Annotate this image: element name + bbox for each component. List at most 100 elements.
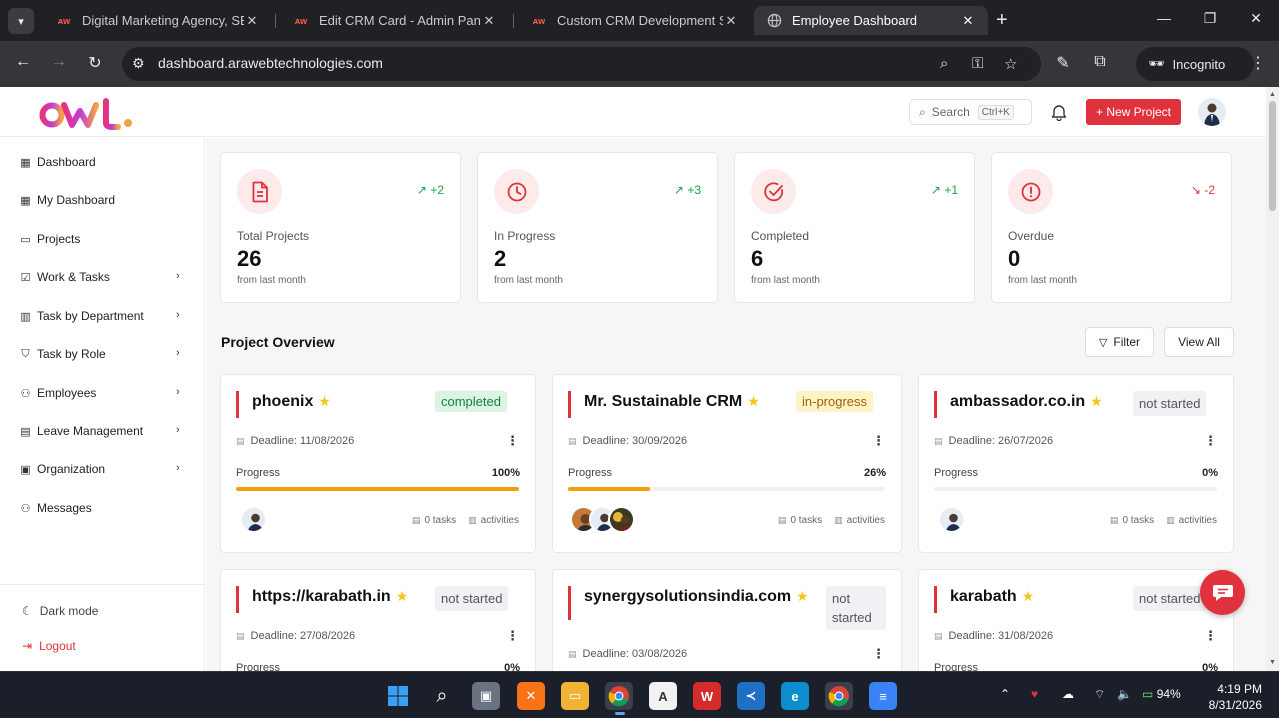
file-explorer-icon[interactable]: ▭ bbox=[561, 682, 589, 710]
more-options-icon[interactable]: ⋮ bbox=[872, 646, 885, 662]
key-icon[interactable]: ⚿ bbox=[972, 55, 983, 72]
star-icon[interactable]: ★ bbox=[318, 393, 331, 409]
site-info-icon[interactable]: ⚙ bbox=[132, 55, 145, 72]
sidebar-item-employees[interactable]: ⚇ Employees › bbox=[0, 378, 204, 408]
browser-menu-icon[interactable]: ⋮ bbox=[1247, 53, 1269, 73]
star-icon[interactable]: ★ bbox=[796, 588, 809, 604]
arc-app-icon[interactable]: A bbox=[649, 682, 677, 710]
system-clock[interactable]: 4:19 PM 8/31/2026 bbox=[1200, 681, 1262, 713]
more-options-icon[interactable]: ⋮ bbox=[872, 433, 885, 449]
dark-mode-toggle[interactable]: ☾ Dark mode bbox=[22, 604, 98, 618]
forward-icon[interactable]: → bbox=[48, 53, 70, 71]
awt-logo[interactable] bbox=[38, 95, 138, 131]
page-scrollbar[interactable]: ▲ ▼ bbox=[1266, 87, 1279, 671]
project-title[interactable]: synergysolutionsindia.com ★ bbox=[584, 588, 809, 606]
more-options-icon[interactable]: ⋮ bbox=[506, 433, 519, 449]
project-title[interactable]: phoenix ★ bbox=[252, 393, 331, 411]
wps-office-icon[interactable]: W bbox=[693, 682, 721, 710]
close-tab-icon[interactable]: ✕ bbox=[960, 13, 976, 29]
task-view-icon[interactable]: ▣ bbox=[472, 682, 500, 710]
chrome-icon[interactable] bbox=[605, 682, 633, 710]
project-title[interactable]: https://karabath.in ★ bbox=[252, 588, 408, 606]
sidebar-item-task-by-role[interactable]: ⛉ Task by Role › bbox=[0, 339, 204, 369]
filter-button[interactable]: ▽ Filter bbox=[1085, 327, 1154, 357]
close-window-icon[interactable]: ✕ bbox=[1246, 10, 1266, 27]
more-options-icon[interactable]: ⋮ bbox=[1204, 433, 1217, 449]
notification-bell-icon[interactable] bbox=[1051, 103, 1067, 122]
sidebar-item-task-by-department[interactable]: ▥ Task by Department › bbox=[0, 301, 204, 331]
tray-cloud-icon[interactable]: ☁ bbox=[1062, 687, 1074, 701]
star-icon[interactable]: ★ bbox=[1090, 393, 1103, 409]
project-title[interactable]: ambassador.co.in ★ bbox=[950, 393, 1103, 411]
restore-icon[interactable]: ❐ bbox=[1200, 10, 1220, 27]
tab-employee-dashboard[interactable]: Employee Dashboard ✕ bbox=[754, 6, 988, 35]
logout-button[interactable]: ⇥ Logout bbox=[22, 639, 76, 653]
scroll-down-arrow-icon[interactable]: ▼ bbox=[1269, 659, 1276, 666]
close-tab-icon[interactable]: ✕ bbox=[481, 13, 497, 29]
xampp-icon[interactable]: ✕ bbox=[517, 682, 545, 710]
scroll-up-arrow-icon[interactable]: ▲ bbox=[1269, 91, 1276, 98]
chevron-right-icon: › bbox=[176, 347, 180, 359]
edge-icon[interactable]: e bbox=[781, 682, 809, 710]
minimize-icon[interactable]: — bbox=[1154, 10, 1174, 26]
view-all-button[interactable]: View All bbox=[1164, 327, 1234, 357]
battery-indicator[interactable]: ▭ 94% bbox=[1142, 687, 1181, 701]
assignee-avatar[interactable] bbox=[240, 506, 267, 533]
star-icon[interactable]: ★ bbox=[1022, 588, 1035, 604]
trending-up-icon: ↗ bbox=[930, 183, 941, 197]
star-icon[interactable]: ★ bbox=[747, 393, 760, 409]
new-project-button[interactable]: + New Project bbox=[1086, 99, 1181, 125]
zoom-icon[interactable]: ⌕ bbox=[940, 55, 948, 72]
user-avatar[interactable] bbox=[1198, 98, 1226, 126]
project-card-karabath[interactable]: karabath ★ not started ▤ Deadline: 31/08/2… bbox=[918, 569, 1234, 671]
assignee-avatar[interactable] bbox=[608, 506, 635, 533]
sidebar-item-work-tasks[interactable]: ☑ Work & Tasks › bbox=[0, 262, 204, 292]
url-text[interactable]: dashboard.arawebtechnologies.com bbox=[158, 55, 383, 71]
new-tab-button[interactable]: + bbox=[996, 9, 1008, 31]
tab-edit-crm-card[interactable]: ᴀᴡ Edit CRM Card - Admin Panel ✕ bbox=[281, 6, 509, 35]
chrome-alt-icon[interactable] bbox=[825, 682, 853, 710]
star-icon[interactable]: ★ bbox=[396, 588, 409, 604]
sidebar-item-projects[interactable]: ▭ Projects bbox=[0, 224, 204, 254]
project-card-mr-sustainable-crm[interactable]: Mr. Sustainable CRM ★ in-progress ▤ Deadli… bbox=[552, 374, 902, 553]
sidebar-item-dashboard[interactable]: ▦ Dashboard bbox=[0, 147, 204, 177]
wifi-icon[interactable]: ⌔ bbox=[1094, 687, 1105, 702]
project-title[interactable]: karabath ★ bbox=[950, 588, 1034, 606]
tray-app-icon[interactable]: ♥ bbox=[1031, 687, 1038, 701]
tab-search-button[interactable]: ▾ bbox=[8, 8, 34, 34]
project-card-karabath-in[interactable]: https://karabath.in ★ not started ▤ Deadli… bbox=[220, 569, 536, 671]
extensions-puzzle-icon[interactable]: ⧉ bbox=[1089, 53, 1111, 71]
tray-chevron-up-icon[interactable]: ⌃ bbox=[1000, 687, 1010, 701]
global-search[interactable]: ⌕ Search Ctrl+K bbox=[909, 99, 1032, 125]
close-tab-icon[interactable]: ✕ bbox=[723, 13, 739, 29]
taskbar-search-icon[interactable]: ⌕ bbox=[428, 682, 456, 710]
alert-circle-icon bbox=[1008, 169, 1053, 214]
more-options-icon[interactable]: ⋮ bbox=[506, 628, 519, 644]
project-card-synergysolutionsindia[interactable]: synergysolutionsindia.com ★ not started ▤… bbox=[552, 569, 902, 671]
sidebar-item-messages[interactable]: ⚇ Messages bbox=[0, 493, 204, 523]
sidebar-item-leave-management[interactable]: ▤ Leave Management › bbox=[0, 416, 204, 446]
vscode-icon[interactable]: ≺ bbox=[737, 682, 765, 710]
back-icon[interactable]: ← bbox=[12, 53, 34, 71]
assignee-avatar[interactable] bbox=[938, 506, 965, 533]
address-bar[interactable]: ⚙ dashboard.arawebtechnologies.com ⌕ ⚿ ☆ bbox=[122, 47, 1041, 81]
volume-icon[interactable]: 🔈 bbox=[1117, 687, 1132, 701]
project-card-phoenix[interactable]: phoenix ★ completed ▤ Deadline: 11/08/2026… bbox=[220, 374, 536, 553]
bookmark-star-icon[interactable]: ☆ bbox=[1004, 55, 1017, 73]
sidebar-item-my-dashboard[interactable]: ▦ My Dashboard bbox=[0, 185, 204, 215]
shield-icon: ⛉ bbox=[21, 347, 30, 360]
chat-support-button[interactable] bbox=[1200, 570, 1245, 615]
project-title[interactable]: Mr. Sustainable CRM ★ bbox=[584, 393, 760, 411]
incognito-indicator[interactable]: 🕶 Incognito bbox=[1136, 47, 1254, 81]
close-tab-icon[interactable]: ✕ bbox=[244, 13, 260, 29]
more-options-icon[interactable]: ⋮ bbox=[1204, 628, 1217, 644]
tab-custom-crm[interactable]: ᴀᴡ Custom CRM Development Services ✕ bbox=[519, 6, 751, 35]
sidebar-item-organization[interactable]: ▣ Organization › bbox=[0, 454, 204, 484]
windows-start-icon[interactable] bbox=[384, 682, 412, 710]
project-card-ambassador[interactable]: ambassador.co.in ★ not started ▤ Deadline:… bbox=[918, 374, 1234, 553]
pen-extension-icon[interactable]: ✎ bbox=[1052, 53, 1074, 73]
notepad-icon[interactable]: ≡ bbox=[869, 682, 897, 710]
scroll-thumb[interactable] bbox=[1269, 101, 1276, 211]
reload-icon[interactable]: ↻ bbox=[84, 53, 106, 73]
tab-digital-marketing[interactable]: ᴀᴡ Digital Marketing Agency, SEO Service… bbox=[44, 6, 272, 35]
